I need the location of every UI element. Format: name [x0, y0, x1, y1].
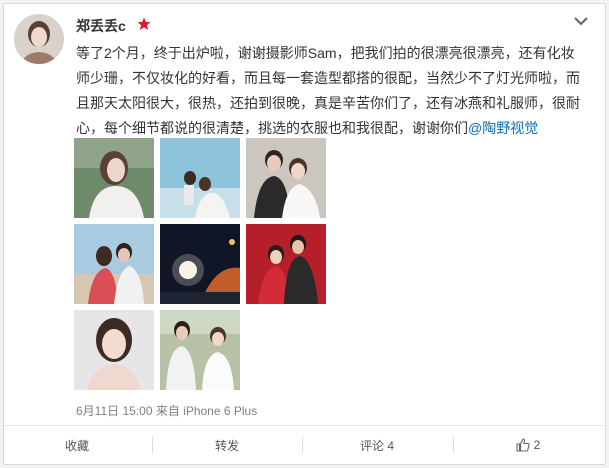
action-separator: [152, 437, 153, 453]
photo-thumbnail-8[interactable]: [160, 310, 240, 390]
comment-label: 评论 4: [359, 438, 394, 453]
photo-thumbnail-1[interactable]: [74, 138, 154, 218]
username[interactable]: 郑丢丢c: [76, 16, 126, 36]
thumbs-up-icon: [516, 438, 530, 452]
photo-thumbnail-2[interactable]: [160, 138, 240, 218]
action-separator: [453, 437, 454, 453]
weibo-post-card: 郑丢丢c 等了2个月，终于出炉啦，谢谢摄影师Sam，把我们拍的很漂亮很漂亮，还有…: [3, 3, 606, 465]
like-button[interactable]: 2: [455, 426, 601, 464]
chevron-down-icon[interactable]: [572, 14, 590, 28]
photo-thumbnail-4[interactable]: [74, 224, 154, 304]
repost-button[interactable]: 转发: [154, 426, 300, 464]
photo-thumbnail-5[interactable]: [160, 224, 240, 304]
action-separator: [302, 437, 303, 453]
photo-thumbnail-6[interactable]: [246, 224, 326, 304]
mention-link[interactable]: @陶野视觉: [468, 120, 538, 136]
like-count: 2: [533, 438, 541, 452]
post-meta: 6月11日 15:00 来自 iPhone 6 Plus: [76, 404, 258, 418]
favorite-label: 收藏: [64, 438, 89, 453]
red-star-icon[interactable]: [137, 17, 151, 31]
post-text: 等了2个月，终于出炉啦，谢谢摄影师Sam，把我们拍的很漂亮很漂亮，还有化妆师少珊…: [76, 41, 581, 141]
favorite-button[interactable]: 收藏: [4, 426, 150, 464]
photo-thumbnail-3[interactable]: [246, 138, 326, 218]
repost-label: 转发: [214, 438, 239, 453]
avatar[interactable]: [14, 14, 64, 64]
photo-thumbnail-7[interactable]: [74, 310, 154, 390]
comment-button[interactable]: 评论 4: [304, 426, 450, 464]
